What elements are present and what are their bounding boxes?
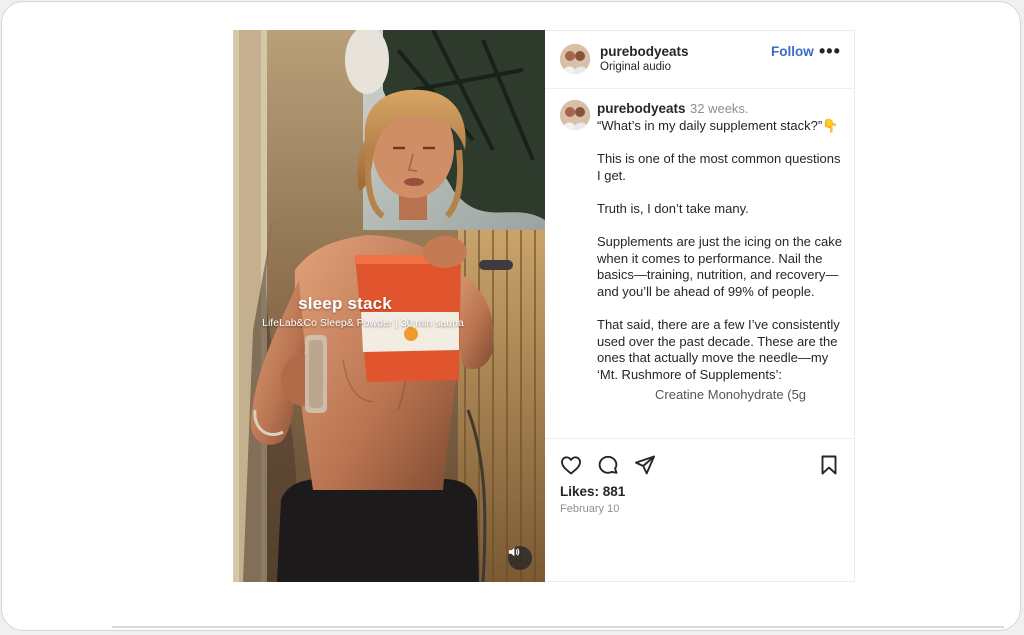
- post-sidebar: purebodyeats Original audio Follow ••• p…: [545, 30, 855, 582]
- audio-link[interactable]: Original audio: [600, 61, 671, 73]
- share-button[interactable]: [633, 453, 657, 482]
- caption-line: Supplements are just the icing on the ca…: [597, 234, 842, 299]
- post-header: purebodyeats Original audio Follow •••: [545, 31, 854, 89]
- avatar[interactable]: [560, 100, 590, 130]
- more-icon: •••: [819, 41, 841, 61]
- overlay-subtitle: LifeLab&Co Sleep& Powder | 30 min sauna: [262, 317, 464, 329]
- avatar-image: [560, 44, 590, 74]
- instagram-post: sleep stack LifeLab&Co Sleep& Powder | 3…: [233, 30, 855, 582]
- reel-video[interactable]: sleep stack LifeLab&Co Sleep& Powder | 3…: [233, 30, 545, 582]
- speaker-icon: [509, 547, 520, 557]
- comment-button[interactable]: [596, 453, 620, 482]
- bookmark-icon: [821, 455, 837, 475]
- save-button[interactable]: [817, 453, 841, 482]
- action-bar: Likes: 881 February 10: [545, 438, 854, 584]
- timestamp: 32 weeks.: [690, 101, 749, 116]
- caption-area[interactable]: purebodyeats 32 weeks. “What’s in my dai…: [545, 89, 854, 438]
- post-date: February 10: [560, 503, 620, 515]
- share-icon: [635, 455, 655, 475]
- caption-line: Creatine Monohydrate (5g: [655, 386, 807, 402]
- caption-line: This is one of the most common questions…: [597, 151, 841, 183]
- heart-icon: [561, 456, 581, 475]
- more-options-button[interactable]: •••: [819, 41, 841, 62]
- username-link[interactable]: purebodyeats: [600, 44, 689, 59]
- mute-toggle-button[interactable]: [508, 546, 532, 570]
- divider: [112, 626, 1004, 628]
- caption-line: That said, there are a few I’ve consiste…: [597, 317, 840, 382]
- avatar-image: [560, 100, 590, 130]
- caption-username[interactable]: purebodyeats: [597, 101, 686, 116]
- comment-icon: [598, 455, 618, 474]
- like-button[interactable]: [559, 453, 583, 482]
- follow-button[interactable]: Follow: [771, 44, 814, 59]
- caption-text: “What’s in my daily supplement stack?”👇 …: [597, 118, 847, 403]
- caption-line: Truth is, I don’t take many.: [597, 200, 749, 216]
- avatar[interactable]: [560, 44, 590, 74]
- overlay-title: sleep stack: [298, 294, 392, 313]
- caption-line: “What’s in my daily supplement stack?”👇: [597, 118, 839, 133]
- like-count[interactable]: Likes: 881: [560, 484, 625, 499]
